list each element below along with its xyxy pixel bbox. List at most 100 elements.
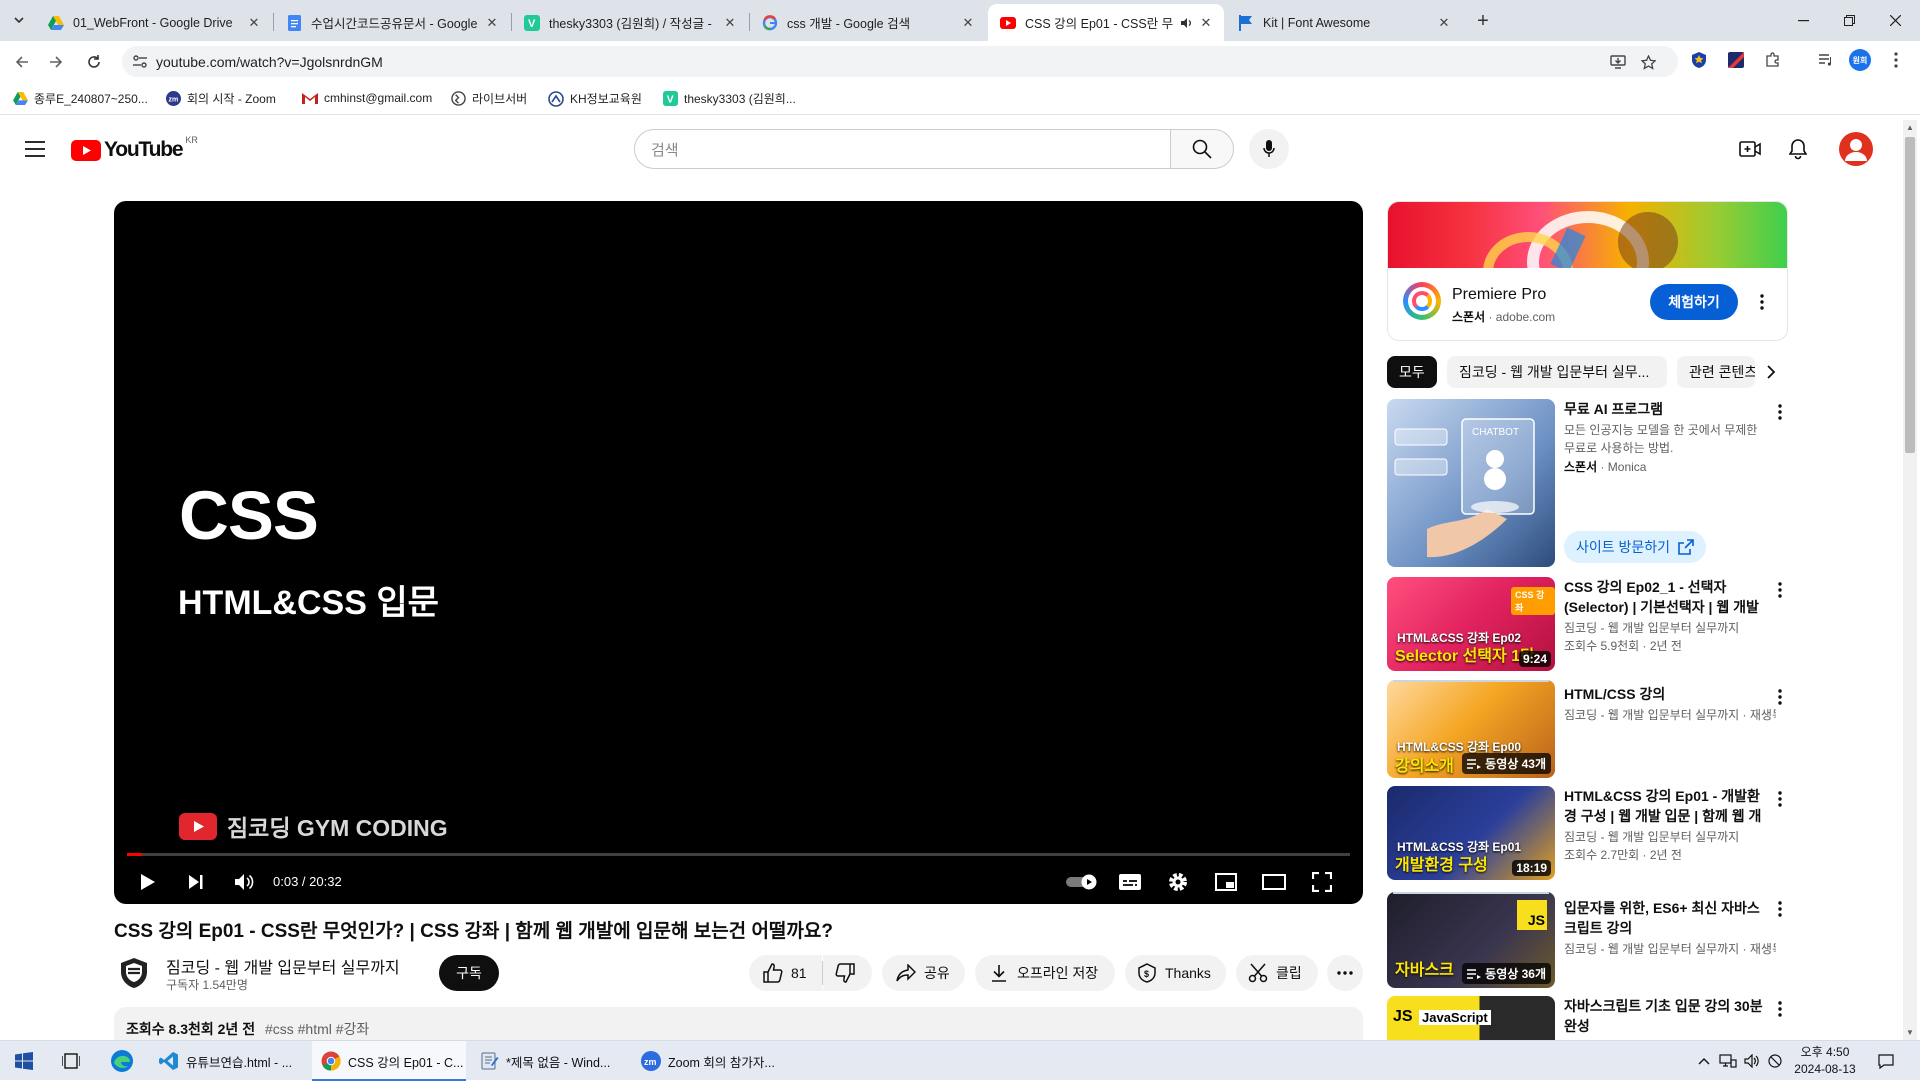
- tab-close-icon[interactable]: ✕: [1198, 15, 1214, 31]
- progress-bar[interactable]: [127, 853, 1350, 856]
- more-actions-button[interactable]: [1327, 955, 1363, 991]
- rec-thumbnail[interactable]: HTML&CSS 강좌 Ep01 개발환경 구성 18:19: [1387, 786, 1555, 880]
- rec-more-icon[interactable]: [1770, 579, 1790, 601]
- rec-more-icon[interactable]: [1770, 401, 1790, 423]
- profile-avatar[interactable]: 원희: [1849, 49, 1871, 71]
- recommendation-playlist[interactable]: JS 자바스크 동영상 36개 입문자를 위한, ES6+ 최신 자바스크립트 …: [1387, 892, 1797, 990]
- rec-title[interactable]: HTML/CSS 강의: [1564, 684, 1764, 704]
- dislike-button[interactable]: [823, 955, 872, 991]
- voice-search-button[interactable]: [1249, 129, 1289, 169]
- theater-mode-button[interactable]: [1256, 864, 1292, 900]
- bookmark-drive[interactable]: 종루E_240807~250...: [12, 90, 148, 107]
- chip-all[interactable]: 모두: [1387, 356, 1437, 388]
- bookmark-live-server[interactable]: 라이브서버: [450, 90, 527, 107]
- autoplay-toggle[interactable]: [1064, 864, 1100, 900]
- tab-youtube-active[interactable]: CSS 강의 Ep01 - CSS란 무 ✕: [988, 4, 1224, 41]
- rec-title[interactable]: CSS 강의 Ep02_1 - 선택자(Selector) | 기본선택자 | …: [1564, 577, 1764, 617]
- search-button[interactable]: [1170, 129, 1234, 169]
- search-input[interactable]: 검색: [634, 129, 1171, 169]
- share-button[interactable]: 공유: [882, 955, 965, 991]
- tab-audio-icon[interactable]: [1178, 15, 1194, 31]
- rec-more-icon[interactable]: [1770, 998, 1790, 1020]
- taskbar-zoom[interactable]: zm Zoom 회의 참가자...: [632, 1041, 790, 1081]
- account-avatar[interactable]: [1839, 132, 1873, 166]
- rec-channel[interactable]: 짐코딩 - 웹 개발 입문부터 실무까지: [1564, 828, 1776, 846]
- extensions-puzzle-icon[interactable]: [1762, 49, 1784, 71]
- minimize-button[interactable]: [1780, 0, 1826, 41]
- rec-channel[interactable]: 짐코딩 - 웹 개발 입문부터 실무까지: [1564, 619, 1776, 637]
- tab-google-docs[interactable]: 수업시간코드공유문서 - Google ✕: [274, 4, 510, 41]
- description-box[interactable]: 조회수 8.3천회 2년 전 #css #html #강좌: [114, 1007, 1363, 1041]
- youtube-logo[interactable]: YouTube KR: [71, 135, 198, 162]
- chips-next-button[interactable]: [1755, 356, 1787, 388]
- next-button[interactable]: [178, 864, 214, 900]
- install-app-icon[interactable]: [1608, 52, 1628, 72]
- recommendation-video[interactable]: JS JavaScript 자바스크립트 기초 입문 강의 30분 완성: [1387, 996, 1797, 1040]
- tab-search-button[interactable]: [8, 9, 30, 31]
- tab-close-icon[interactable]: ✕: [246, 15, 262, 31]
- taskbar-clock[interactable]: 오후 4:50 2024-08-13: [1790, 1044, 1860, 1078]
- clip-button[interactable]: 클립: [1236, 955, 1318, 991]
- task-view-button[interactable]: [48, 1041, 94, 1081]
- rec-title[interactable]: HTML&CSS 강의 Ep01 - 개발환경 구성 | 웹 개발 입문 | 함…: [1564, 786, 1764, 826]
- ad-more-icon[interactable]: [1752, 291, 1772, 313]
- channel-name[interactable]: 짐코딩 - 웹 개발 입문부터 실무까지: [166, 954, 400, 978]
- recommendation-video[interactable]: HTML&CSS 강좌 Ep01 개발환경 구성 18:19 HTML&CSS …: [1387, 786, 1797, 882]
- subtitles-button[interactable]: [1112, 864, 1148, 900]
- extension-shield-icon[interactable]: [1688, 49, 1710, 71]
- page-scrollbar[interactable]: ▲ ▼: [1903, 120, 1917, 1040]
- chip-channel[interactable]: 짐코딩 - 웹 개발 입문부터 실무...: [1447, 356, 1667, 388]
- bookmark-gmail[interactable]: cmhinst@gmail.com: [302, 90, 432, 106]
- settings-button[interactable]: [1160, 864, 1196, 900]
- rec-title[interactable]: 입문자를 위한, ES6+ 최신 자바스크립트 강의: [1564, 898, 1764, 938]
- edge-taskbar-icon[interactable]: [98, 1041, 146, 1081]
- ad-cta-button[interactable]: 체험하기: [1650, 284, 1738, 320]
- rec-channel[interactable]: 짐코딩 - 웹 개발 입문부터 실무까지 · 재생목록: [1564, 940, 1776, 958]
- taskbar-vscode[interactable]: 유튜브연습.html - ...: [150, 1041, 308, 1081]
- visit-site-button[interactable]: 사이트 방문하기: [1564, 531, 1707, 563]
- network-icon[interactable]: [1718, 1051, 1738, 1071]
- back-button[interactable]: [9, 49, 35, 75]
- rec-thumbnail[interactable]: CHATBOT: [1387, 399, 1555, 567]
- ime-icon[interactable]: [1765, 1051, 1785, 1071]
- bookmark-zoom[interactable]: zm 회의 시작 - Zoom: [165, 90, 276, 107]
- tab-close-icon[interactable]: ✕: [484, 15, 500, 31]
- recommendation-video[interactable]: HTML&CSS 강좌 Ep02 Selector 선택자 1탄 CSS 강좌 …: [1387, 577, 1797, 673]
- play-button[interactable]: [130, 864, 166, 900]
- tray-chevron-up-icon[interactable]: [1694, 1051, 1714, 1071]
- rec-thumbnail[interactable]: HTML&CSS 강좌 Ep02 Selector 선택자 1탄 CSS 강좌 …: [1387, 577, 1555, 671]
- ad-title[interactable]: Premiere Pro: [1452, 286, 1546, 304]
- recommendation-ad[interactable]: CHATBOT 무료 AI 프로그램 모든 인공지능 모델을 한 곳에서 무제한…: [1387, 399, 1797, 569]
- rec-channel[interactable]: 짐코딩 - 웹 개발 입문부터 실무까지 · 재생목록: [1564, 706, 1776, 724]
- rec-title[interactable]: 자바스크립트 기초 입문 강의 30분 완성: [1564, 996, 1764, 1036]
- start-button[interactable]: [0, 1041, 48, 1081]
- rec-more-icon[interactable]: [1770, 898, 1790, 920]
- sponsored-ad-card[interactable]: Premiere Pro 스폰서 · adobe.com 체험하기: [1387, 201, 1788, 341]
- fullscreen-button[interactable]: [1304, 864, 1340, 900]
- notifications-bell-icon[interactable]: [1785, 136, 1811, 162]
- scrollbar-thumb[interactable]: [1905, 137, 1915, 453]
- rec-title[interactable]: 무료 AI 프로그램: [1564, 399, 1764, 419]
- restore-button[interactable]: [1826, 0, 1872, 41]
- rec-thumbnail[interactable]: JS 자바스크 동영상 36개: [1387, 892, 1555, 988]
- bookmark-star-icon[interactable]: [1638, 52, 1658, 72]
- video-player[interactable]: CSS HTML&CSS 입문 짐코딩 GYM CODING 0:03 / 20…: [114, 201, 1363, 904]
- chip-related[interactable]: 관련 콘텐츠: [1677, 356, 1755, 388]
- new-tab-button[interactable]: +: [1470, 8, 1496, 34]
- taskbar-notepad[interactable]: *제목 없음 - Wind...: [470, 1041, 628, 1081]
- mute-button[interactable]: [226, 864, 262, 900]
- bookmark-kh[interactable]: KH정보교육원: [548, 90, 642, 107]
- tab-font-awesome[interactable]: Kit | Font Awesome ✕: [1226, 4, 1462, 41]
- subscribe-button[interactable]: 구독: [439, 955, 499, 991]
- create-video-icon[interactable]: [1737, 136, 1763, 162]
- hashtags[interactable]: #css #html #강좌: [265, 1021, 369, 1037]
- channel-avatar[interactable]: [114, 953, 154, 993]
- menu-hamburger-icon[interactable]: [22, 137, 48, 161]
- recommendation-playlist[interactable]: HTML&CSS 강좌 Ep00 강의소개 동영상 43개 HTML/CSS 강…: [1387, 680, 1797, 780]
- rec-thumbnail[interactable]: HTML&CSS 강좌 Ep00 강의소개 동영상 43개: [1387, 680, 1555, 778]
- forward-button[interactable]: [43, 49, 69, 75]
- download-button[interactable]: 오프라인 저장: [975, 955, 1115, 991]
- action-center-icon[interactable]: [1876, 1051, 1896, 1071]
- media-control-icon[interactable]: [1815, 49, 1837, 71]
- bookmark-velog[interactable]: V thesky3303 (김원희...: [662, 90, 796, 107]
